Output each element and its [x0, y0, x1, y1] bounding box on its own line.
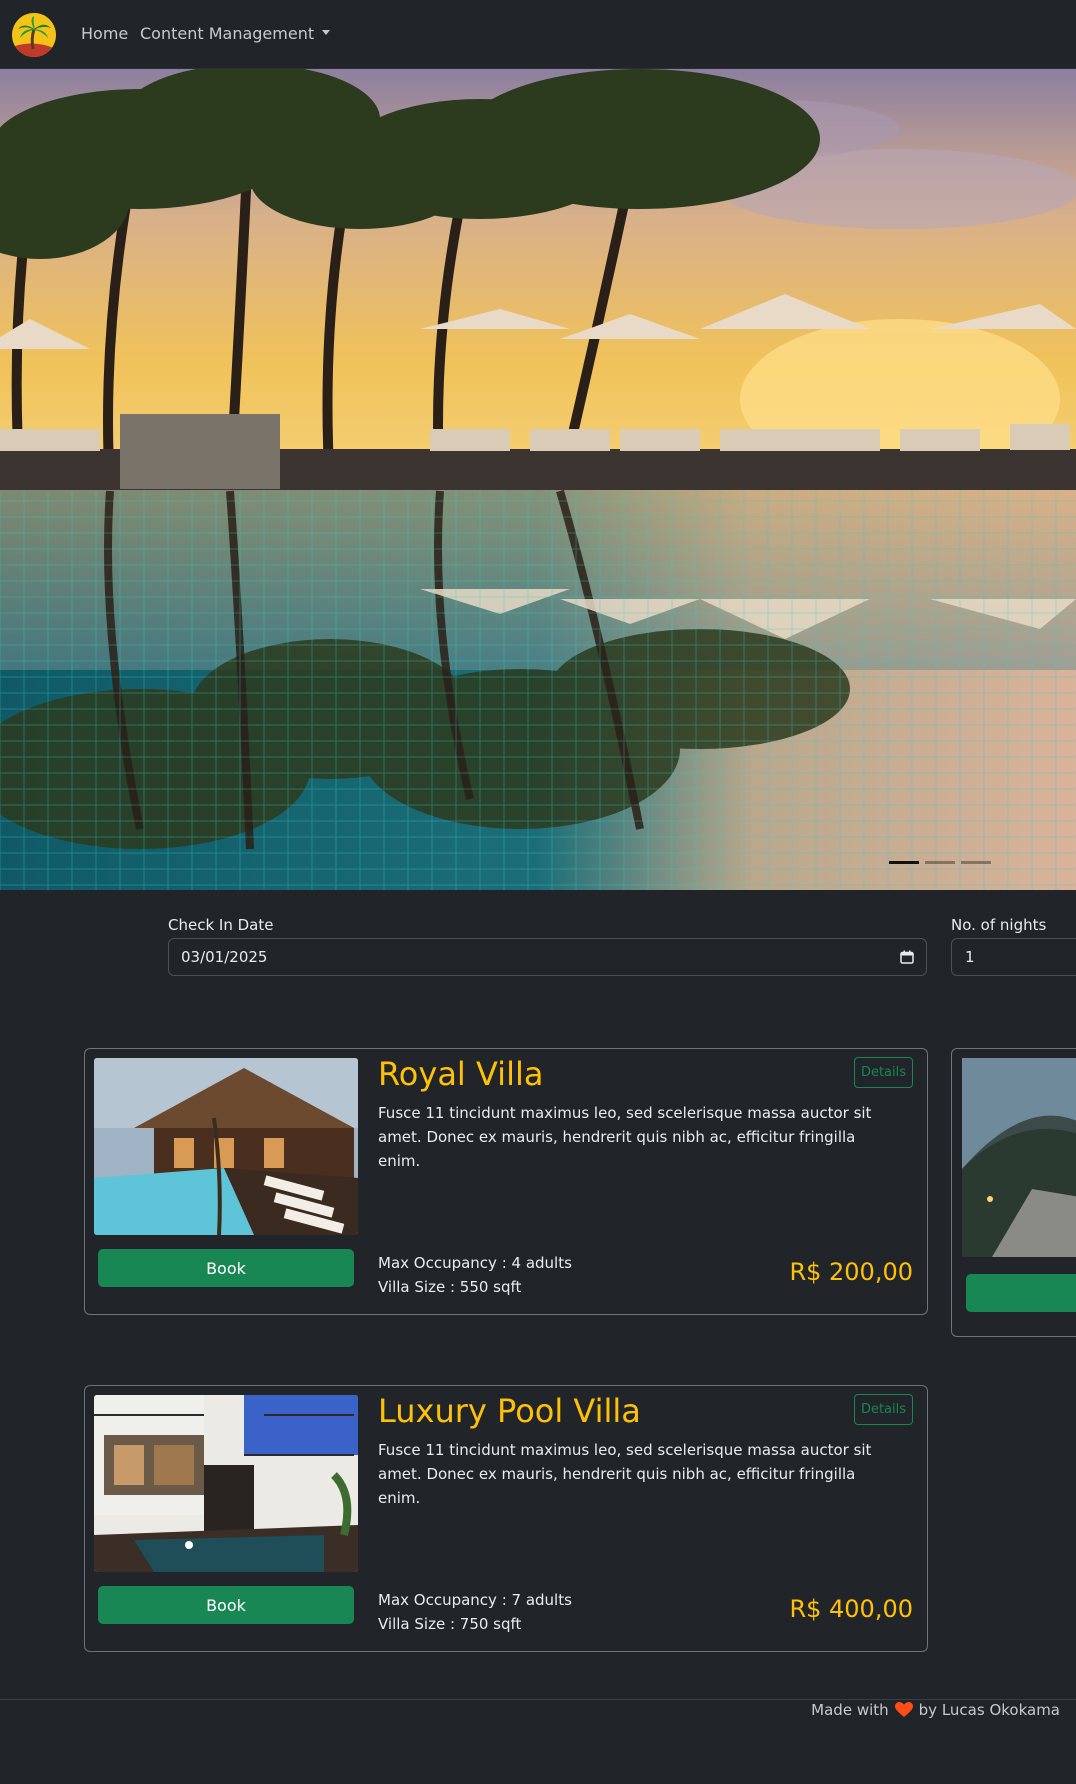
villa-card: Book Luxury Pool Villa Details Fusce 11 …	[84, 1385, 928, 1652]
nav-home-link[interactable]: Home	[81, 24, 128, 43]
hero-image-resort-pool	[0, 69, 1076, 890]
nav-content-management-label: Content Management	[140, 24, 315, 43]
nights-input[interactable]: 1	[951, 938, 1076, 976]
villa-image	[962, 1058, 1076, 1312]
villa-image	[94, 1395, 358, 1572]
heart-icon	[894, 1702, 913, 1717]
palm-tree-logo-icon[interactable]	[12, 13, 56, 57]
checkin-date-input[interactable]: 03/01/2025	[168, 938, 927, 976]
villa-size: Villa Size : 550 sqft	[378, 1278, 522, 1296]
hero-carousel[interactable]	[0, 69, 1076, 890]
villa-description: Fusce 11 tincidunt maximus leo, sed scel…	[378, 1441, 872, 1507]
footer-made-with: Made with	[811, 1701, 889, 1719]
villa-price: R$ 400,00	[789, 1595, 913, 1623]
carousel-indicator-3[interactable]	[961, 861, 991, 864]
book-button[interactable]: Book	[98, 1586, 354, 1624]
details-button[interactable]: Details	[854, 1057, 913, 1088]
nights-value: 1	[965, 948, 975, 966]
footer-author: by Lucas Okokama	[918, 1701, 1060, 1719]
carousel-indicator-2[interactable]	[925, 861, 955, 864]
calendar-icon[interactable]	[900, 950, 914, 964]
villa-card-partial	[951, 1048, 1076, 1337]
footer-divider	[0, 1699, 1076, 1700]
villa-title: Royal Villa	[378, 1055, 544, 1093]
carousel-indicators	[889, 861, 991, 864]
nights-label: No. of nights	[951, 916, 1047, 934]
carousel-indicator-1[interactable]	[889, 861, 919, 864]
checkin-date-value: 03/01/2025	[181, 948, 268, 966]
checkin-date-label: Check In Date	[168, 916, 274, 934]
navbar: Home Content Management	[0, 0, 1076, 69]
chevron-down-icon	[322, 30, 331, 35]
villa-occupancy: Max Occupancy : 7 adults	[378, 1591, 572, 1609]
villa-image	[94, 1058, 358, 1235]
villa-description: Fusce 11 tincidunt maximus leo, sed scel…	[378, 1104, 872, 1170]
villa-occupancy: Max Occupancy : 4 adults	[378, 1254, 572, 1272]
villa-title: Luxury Pool Villa	[378, 1392, 641, 1430]
nav-content-management-dropdown[interactable]: Content Management	[140, 24, 331, 43]
details-button[interactable]: Details	[854, 1394, 913, 1425]
book-button[interactable]: Book	[98, 1249, 354, 1287]
villa-card: Book Royal Villa Details Fusce 11 tincid…	[84, 1048, 928, 1315]
villa-size: Villa Size : 750 sqft	[378, 1615, 522, 1633]
villa-price: R$ 200,00	[789, 1258, 913, 1286]
footer: Made with by Lucas Okokama	[811, 1701, 1060, 1719]
